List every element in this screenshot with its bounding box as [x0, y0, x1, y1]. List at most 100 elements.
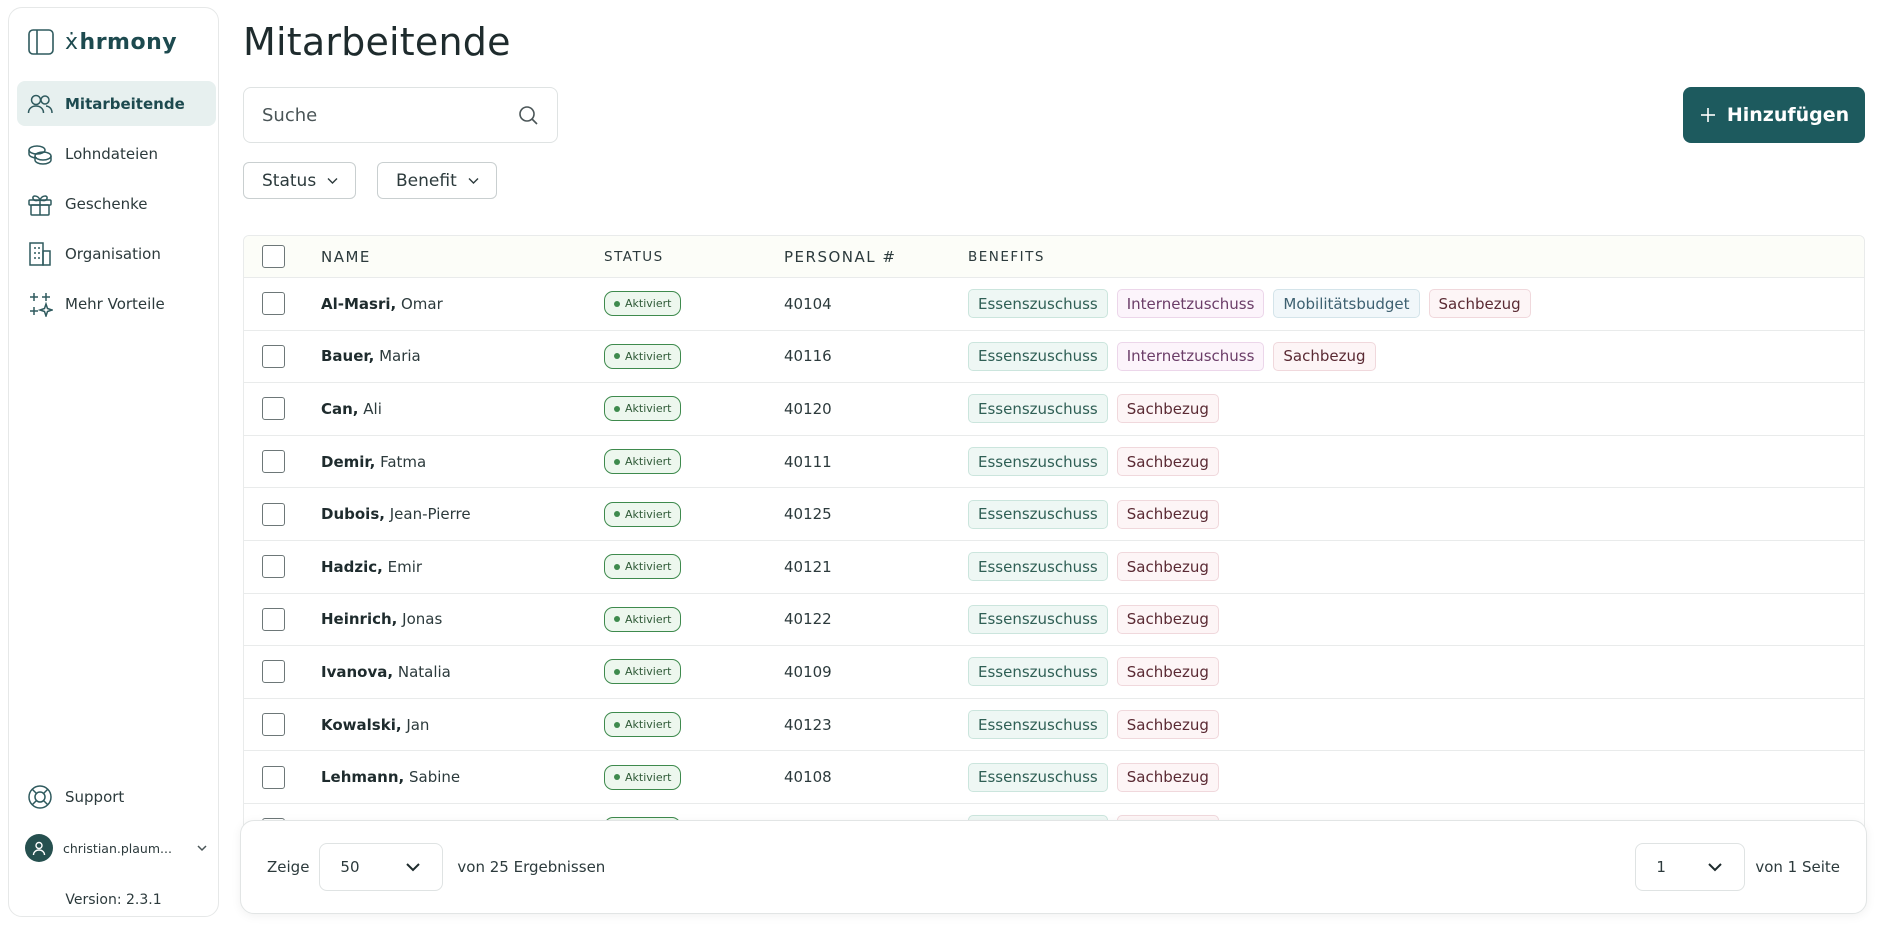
benefit-tag: Sachbezug — [1116, 394, 1219, 424]
app-logo[interactable]: ẋhrmony — [65, 30, 177, 55]
status-badge: Aktiviert — [604, 712, 682, 738]
sidebar-item-lohndateien[interactable]: Lohndateien — [17, 131, 216, 176]
row-checkbox[interactable] — [262, 607, 285, 631]
brand: ẋhrmony — [27, 28, 177, 56]
search-icon[interactable] — [517, 104, 539, 126]
last-name: Hadzic, — [321, 557, 383, 576]
table-row[interactable]: Lehmann, Sabine Aktiviert 40108 Essenszu… — [244, 751, 1864, 804]
status-dot-icon — [614, 300, 620, 307]
employee-name[interactable]: Lehmann, Sabine — [321, 768, 604, 786]
employee-name[interactable]: Heinrich, Jonas — [321, 610, 604, 628]
first-name: Sabine — [409, 768, 461, 787]
status-badge: Aktiviert — [604, 659, 682, 685]
pages-count: von 1 Seite — [1755, 858, 1840, 876]
status-label: Aktiviert — [625, 507, 672, 521]
row-checkbox[interactable] — [262, 555, 285, 579]
table-row[interactable]: Dubois, Jean-Pierre Aktiviert 40125 Esse… — [244, 488, 1864, 541]
sidebar-item-organisation[interactable]: Organisation — [17, 231, 216, 276]
employee-name[interactable]: Dubois, Jean-Pierre — [321, 505, 604, 523]
sidebar-item-mitarbeitende[interactable]: Mitarbeitende — [17, 81, 216, 126]
column-header-personal[interactable]: PERSONAL # — [784, 248, 968, 266]
table-row[interactable]: Ivanova, Natalia Aktiviert 40109 Essensz… — [244, 646, 1864, 699]
status-filter[interactable]: Status — [243, 162, 357, 199]
row-checkbox[interactable] — [262, 292, 285, 316]
benefit-filter[interactable]: Benefit — [377, 162, 497, 199]
last-name: Dubois, — [321, 505, 385, 524]
sidebar-toggle-icon[interactable] — [27, 28, 55, 56]
user-name: christian.plaum... — [63, 840, 172, 856]
status-dot-icon — [614, 616, 620, 623]
first-name: Ali — [363, 399, 382, 418]
building-icon — [29, 241, 51, 266]
benefit-tag: Sachbezug — [1428, 289, 1531, 319]
logo-text: hrmony — [79, 29, 178, 55]
benefits-list: Essenszuschuss Sachbezug — [968, 604, 1864, 634]
column-header-status[interactable]: STATUS — [604, 249, 784, 265]
lifebuoy-icon — [28, 785, 52, 809]
benefits-list: Essenszuschuss Sachbezug — [968, 657, 1864, 687]
last-name: Ivanova, — [321, 662, 394, 681]
employee-name[interactable]: Kowalski, Jan — [321, 716, 604, 734]
employee-name[interactable]: Can, Ali — [321, 400, 604, 418]
status-dot-icon — [614, 511, 620, 518]
benefit-tag: Mobilitätsbudget — [1273, 289, 1420, 319]
employee-name[interactable]: Demir, Fatma — [321, 453, 604, 471]
row-checkbox[interactable] — [262, 450, 285, 474]
benefit-tag: Sachbezug — [1116, 710, 1219, 740]
employee-name[interactable]: Ivanova, Natalia — [321, 663, 604, 681]
status-label: Aktiviert — [625, 455, 672, 469]
employee-name[interactable]: Hadzic, Emir — [321, 558, 604, 576]
employee-name[interactable]: Al-Masri, Omar — [321, 295, 604, 313]
support-link[interactable]: Support — [27, 784, 124, 810]
chevron-down-icon — [327, 178, 338, 184]
table-row[interactable]: Al-Masri, Omar Aktiviert 40104 Essenszus… — [244, 278, 1864, 331]
row-checkbox[interactable] — [262, 660, 285, 684]
first-name: Omar — [400, 294, 443, 313]
personal-number: 40120 — [784, 399, 832, 418]
row-checkbox[interactable] — [262, 713, 285, 737]
benefit-tag: Internetzuschuss — [1116, 341, 1265, 371]
sidebar-nav: Mitarbeitende Lohndateien Geschenke Orga… — [17, 81, 216, 331]
status-dot-icon — [614, 563, 620, 570]
table-row[interactable]: Hadzic, Emir Aktiviert 40121 Essenszusch… — [244, 541, 1864, 594]
status-badge: Aktiviert — [604, 501, 682, 527]
table-header: NAME STATUS PERSONAL # BENEFITS — [244, 236, 1864, 278]
row-checkbox[interactable] — [262, 765, 285, 789]
add-button-label: Hinzufügen — [1726, 104, 1850, 126]
column-header-name[interactable]: NAME — [321, 248, 604, 266]
add-employee-button[interactable]: Hinzufügen — [1683, 87, 1865, 143]
status-filter-label: Status — [262, 170, 317, 191]
search-box — [243, 87, 558, 143]
benefit-tag: Sachbezug — [1116, 447, 1219, 477]
chevron-down-icon — [1708, 863, 1723, 872]
plus-icon — [1700, 108, 1715, 122]
last-name: Al-Masri, — [321, 294, 397, 313]
table-row[interactable]: Can, Ali Aktiviert 40120 Essenszuschuss S… — [244, 383, 1864, 436]
benefit-tag: Essenszuschuss — [968, 394, 1108, 424]
last-name: Bauer, — [321, 347, 375, 366]
row-checkbox[interactable] — [262, 502, 285, 526]
select-all-checkbox[interactable] — [262, 245, 285, 268]
sidebar: ẋhrmony Mitarbeitende Lohndateien Gesche… — [8, 7, 219, 917]
row-checkbox[interactable] — [262, 344, 285, 368]
status-dot-icon — [614, 721, 620, 728]
table-row[interactable]: Bauer, Maria Aktiviert 40116 Essenszusch… — [244, 331, 1864, 384]
first-name: Emir — [387, 557, 423, 576]
benefit-filter-label: Benefit — [396, 170, 457, 191]
table-row[interactable]: Demir, Fatma Aktiviert 40111 Essenszusch… — [244, 436, 1864, 489]
page-size-value: 50 — [340, 858, 360, 876]
sidebar-item-mehr-vorteile[interactable]: Mehr Vorteile — [17, 281, 216, 326]
user-menu[interactable]: christian.plaum... — [25, 834, 209, 862]
status-badge: Aktiviert — [604, 554, 682, 580]
table-row[interactable]: Heinrich, Jonas Aktiviert 40122 Essenszu… — [244, 594, 1864, 647]
status-badge: Aktiviert — [604, 396, 682, 422]
page-select[interactable]: 1 — [1635, 843, 1746, 891]
row-checkbox[interactable] — [262, 397, 285, 421]
page-size-select[interactable]: 50 — [319, 843, 444, 891]
benefit-tag: Sachbezug — [1116, 657, 1219, 687]
table-row[interactable]: Kowalski, Jan Aktiviert 40123 Essenszusc… — [244, 699, 1864, 752]
personal-number: 40121 — [784, 557, 832, 576]
employee-name[interactable]: Bauer, Maria — [321, 347, 604, 365]
search-input[interactable] — [262, 104, 517, 126]
sidebar-item-geschenke[interactable]: Geschenke — [17, 181, 216, 226]
